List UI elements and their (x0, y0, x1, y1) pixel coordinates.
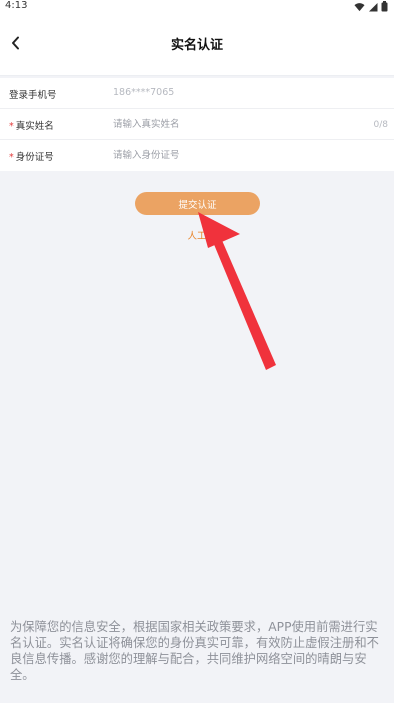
id-row: * 身份证号 (0, 140, 394, 171)
screen: 4:13 实名认证 登录手机号 186****7065 * 真实姓名 请输入真实… (0, 0, 394, 703)
name-char-counter: 0/8 (373, 120, 388, 130)
id-label-wrap: * 身份证号 (9, 149, 54, 163)
required-star: * (9, 152, 14, 163)
status-icons (354, 1, 388, 12)
name-label: 真实姓名 (15, 121, 54, 132)
manual-verification-link[interactable]: 人工 (0, 228, 394, 242)
phone-value: 186****7065 (113, 87, 175, 98)
name-label-wrap: * 真实姓名 (9, 118, 54, 132)
signal-icon (369, 2, 378, 11)
phone-label: 登录手机号 (9, 90, 57, 101)
notice-text: 为保障您的信息安全，根据国家相关政策要求，APP使用前需进行实名认证。实名认证将… (10, 620, 379, 682)
required-star: * (9, 121, 14, 132)
nav-bar: 实名认证 (0, 14, 394, 76)
status-bar: 4:13 (0, 0, 394, 14)
battery-icon (381, 1, 388, 12)
phone-row: 登录手机号 186****7065 (0, 78, 394, 109)
verification-form: 登录手机号 186****7065 *真实姓名 0/8 *身份证号 (0, 78, 394, 171)
id-label: 身份证号 (15, 152, 54, 163)
status-time: 4:13 (5, 0, 28, 11)
submit-verification-button[interactable]: 提交认证 (135, 192, 260, 215)
page-title: 实名认证 (170, 38, 223, 53)
wifi-icon (354, 2, 365, 11)
arrow-shaft (213, 238, 276, 370)
name-input[interactable] (113, 115, 353, 133)
id-number-input[interactable] (113, 146, 353, 164)
name-row: *真实姓名 0/8 (0, 109, 394, 140)
